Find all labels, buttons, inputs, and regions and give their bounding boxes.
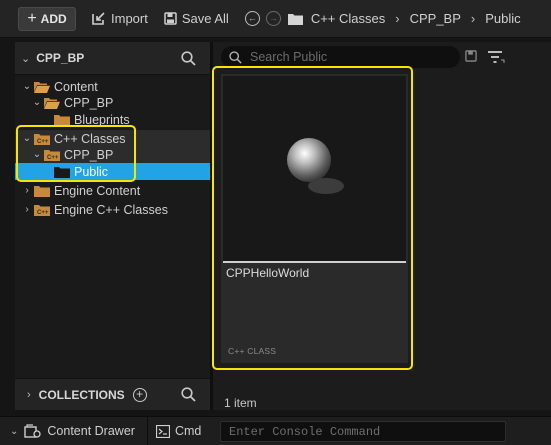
folder-icon [54, 114, 70, 126]
tree-item-cpp-bp-content[interactable]: ⌄ CPP_BP [15, 94, 210, 111]
breadcrumb-cpp-classes[interactable]: C++ Classes [311, 11, 385, 26]
content-drawer-label: Content Drawer [47, 424, 135, 438]
tree-item-label: Public [74, 164, 109, 179]
tree-item-label: Content [54, 79, 98, 94]
collections-header[interactable]: › COLLECTIONS + [15, 378, 210, 410]
folder-icon [34, 185, 50, 197]
breadcrumb-separator-icon: › [395, 11, 400, 26]
cmd-button[interactable]: Cmd [155, 424, 202, 438]
save-all-button[interactable]: Save All [164, 11, 229, 26]
import-icon [92, 12, 105, 25]
save-icon [164, 12, 177, 25]
breadcrumb-separator-icon: › [470, 11, 476, 26]
chevron-down-icon[interactable]: ⌄ [10, 426, 18, 437]
add-button[interactable]: + ADD [18, 6, 76, 31]
chevron-down-icon[interactable]: ⌄ [21, 52, 30, 65]
content-browser-toolbar: + ADD Import Save All ← → C++ Classes › … [0, 0, 551, 38]
save-all-label: Save All [181, 11, 229, 26]
svg-text:C++: C++ [37, 210, 49, 216]
content-drawer-button[interactable]: Content Drawer [24, 424, 135, 438]
chevron-down-icon[interactable]: ⌄ [32, 149, 42, 160]
open-folder-icon [34, 81, 50, 93]
console-input[interactable] [229, 424, 499, 439]
status-divider [146, 416, 148, 445]
back-arrow-icon[interactable]: ← [244, 11, 260, 26]
asset-search-bar[interactable] [221, 46, 460, 68]
chevron-down-icon[interactable]: ⌄ [22, 133, 32, 144]
tree-item-label: Blueprints [74, 112, 130, 127]
tree-item-engine-cpp-classes[interactable]: › C++ Engine C++ Classes [15, 201, 210, 218]
class-sphere-icon [287, 138, 344, 194]
tree-item-label: Engine C++ Classes [54, 202, 168, 217]
sources-panel: ⌄ CPP_BP ⌄ Content ⌄ CPP_BP Blueprints ⌄… [15, 42, 210, 410]
asset-thumbnail [223, 76, 406, 261]
folder-icon [287, 13, 303, 25]
terminal-icon [155, 424, 170, 438]
asset-name: CPPHelloWorld [226, 266, 310, 280]
chevron-down-icon[interactable]: ⌄ [22, 81, 32, 92]
tree-item-label: CPP_BP [64, 147, 114, 162]
forward-arrow-icon[interactable]: → [265, 11, 281, 26]
breadcrumb-cpp-bp[interactable]: CPP_BP [410, 11, 461, 26]
cpp-folder-icon: C++ [44, 149, 60, 161]
plus-icon: + [27, 9, 37, 27]
tree-item-cpp-classes[interactable]: ⌄ C++ C++ Classes [15, 130, 210, 147]
content-drawer-icon [24, 424, 42, 438]
add-button-label: ADD [40, 11, 67, 26]
sources-header[interactable]: ⌄ CPP_BP [15, 42, 210, 75]
add-collection-icon[interactable]: + [132, 387, 147, 402]
collections-title: COLLECTIONS [38, 387, 125, 402]
folder-tree: ⌄ Content ⌄ CPP_BP Blueprints ⌄ C++ C++ … [15, 75, 210, 218]
chevron-down-icon[interactable]: ⌄ [32, 97, 42, 108]
svg-text:C++: C++ [37, 139, 49, 145]
asset-tile[interactable]: CPPHelloWorld C++ CLASS [221, 74, 408, 363]
cpp-folder-icon: C++ [34, 133, 50, 145]
search-icon[interactable] [181, 387, 196, 402]
chevron-right-icon[interactable]: › [22, 204, 32, 215]
status-bar: ⌄ Content Drawer Cmd [0, 416, 551, 445]
import-button[interactable]: Import [92, 11, 148, 26]
cpp-folder-icon: C++ [34, 204, 50, 216]
sources-title: CPP_BP [36, 51, 85, 65]
tree-item-label: Engine Content [54, 183, 141, 198]
save-search-icon[interactable] [465, 50, 477, 62]
tree-item-blueprints[interactable]: Blueprints [15, 111, 210, 128]
item-count: 1 item [224, 396, 257, 410]
breadcrumb-public[interactable]: Public [485, 11, 520, 26]
search-icon [229, 50, 242, 64]
search-input[interactable] [250, 50, 450, 64]
chevron-right-icon[interactable]: › [22, 185, 32, 196]
asset-type-label: C++ CLASS [228, 346, 277, 356]
open-folder-icon [44, 97, 60, 109]
tree-item-label: C++ Classes [54, 131, 126, 146]
console-command-field[interactable] [220, 421, 506, 442]
tree-item-cpp-bp-classes[interactable]: ⌄ C++ CPP_BP [15, 146, 210, 163]
filter-icon[interactable] [487, 50, 505, 64]
tree-item-content[interactable]: ⌄ Content [15, 78, 210, 95]
folder-icon [54, 166, 70, 178]
tree-item-public[interactable]: Public [15, 163, 210, 180]
tree-item-label: CPP_BP [64, 95, 114, 110]
search-icon[interactable] [181, 51, 196, 66]
import-label: Import [111, 11, 148, 26]
chevron-right-icon[interactable]: › [27, 389, 31, 401]
cmd-label: Cmd [174, 424, 202, 438]
tree-item-engine-content[interactable]: › Engine Content [15, 182, 210, 199]
asset-view-panel: CPPHelloWorld C++ CLASS 1 item [213, 42, 551, 410]
svg-text:C++: C++ [47, 155, 59, 161]
tile-divider [223, 261, 406, 263]
